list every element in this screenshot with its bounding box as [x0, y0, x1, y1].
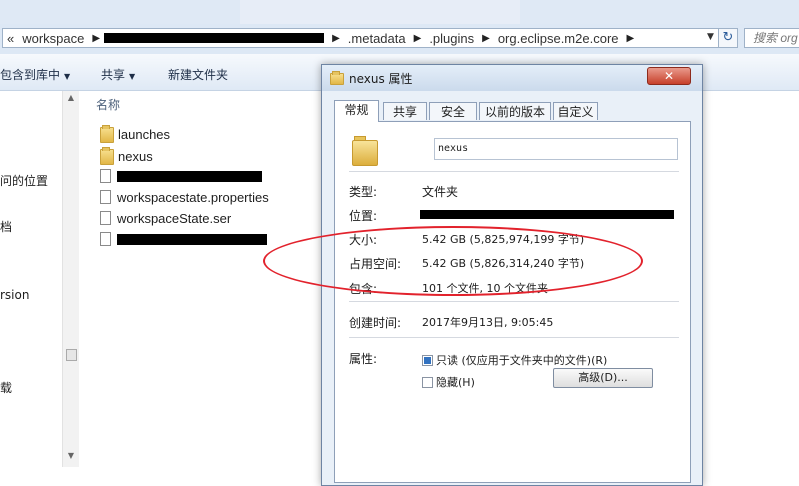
file-icon: [100, 190, 111, 204]
new-folder-button[interactable]: 新建文件夹: [168, 66, 228, 83]
address-box[interactable]: « workspace ▶ ▶ .metadata ▶ .plugins ▶ o…: [2, 28, 734, 48]
redacted-location-value: [420, 210, 674, 219]
folder-icon: [100, 147, 114, 165]
separator: [349, 171, 679, 172]
separator: [349, 337, 679, 338]
created-value: 2017年9月13日, 9:05:45: [422, 316, 554, 329]
size-label: 大小:: [349, 233, 378, 247]
share-label: 共享: [101, 68, 126, 82]
redacted-file-name: [117, 170, 262, 182]
background-window: [240, 0, 520, 24]
attributes-label: 属性:: [349, 352, 378, 366]
include-in-library-label: 包含到库中: [0, 68, 61, 82]
list-item[interactable]: [100, 166, 262, 186]
address-segment-m2e[interactable]: org.eclipse.m2e.core: [498, 31, 619, 46]
list-item[interactable]: [100, 229, 267, 249]
nav-item-recent-places[interactable]: 问的位置: [0, 172, 48, 189]
folder-icon: [330, 71, 344, 85]
overflow-chevron-icon[interactable]: «: [7, 31, 14, 46]
scroll-down-arrow-icon[interactable]: ▼: [63, 451, 79, 460]
checkbox-icon: [422, 376, 433, 388]
file-name: workspaceState.ser: [117, 210, 232, 226]
separator: [349, 301, 679, 302]
redacted-file-name: [117, 233, 267, 245]
dropdown-arrow-icon: ▼: [129, 72, 136, 81]
chevron-right-icon[interactable]: ▶: [482, 33, 490, 44]
chevron-right-icon[interactable]: ▶: [414, 33, 422, 44]
hidden-checkbox[interactable]: 隐藏(H): [422, 374, 475, 390]
list-item[interactable]: workspacestate.properties: [100, 187, 269, 207]
checkbox-indeterminate-icon: [422, 354, 433, 366]
close-button[interactable]: ✕: [647, 67, 691, 85]
file-name: launches: [118, 126, 171, 142]
file-icon: [100, 232, 111, 246]
address-history-dropdown-icon[interactable]: ▼: [707, 32, 714, 42]
address-bar: « workspace ▶ ▶ .metadata ▶ .plugins ▶ o…: [0, 24, 799, 55]
tab-previous-versions[interactable]: 以前的版本: [479, 102, 551, 120]
size-value: 5.42 GB (5,825,974,199 字节): [422, 233, 585, 246]
include-in-library-button[interactable]: 包含到库中 ▼: [0, 66, 70, 83]
properties-dialog: nexus 属性 ✕ 常规 共享 安全 以前的版本 自定义 nexus 类型: …: [321, 64, 703, 486]
advanced-button[interactable]: 高级(D)...: [553, 368, 653, 388]
dialog-titlebar[interactable]: nexus 属性 ✕: [322, 65, 702, 91]
folder-icon: [352, 136, 378, 166]
column-header-name[interactable]: 名称: [96, 96, 120, 113]
share-button[interactable]: 共享 ▼: [101, 66, 135, 83]
readonly-checkbox[interactable]: 只读 (仅应用于文件夹中的文件)(R): [422, 352, 607, 368]
scroll-thumb[interactable]: [66, 349, 77, 361]
address-segment-metadata[interactable]: .metadata: [348, 31, 406, 46]
nav-scrollbar[interactable]: ▲ ▼: [62, 91, 79, 467]
list-item[interactable]: workspaceState.ser: [100, 208, 231, 228]
search-input[interactable]: 搜索 org: [744, 28, 799, 48]
nav-item-downloads[interactable]: 载: [0, 379, 12, 396]
nav-item-version[interactable]: rsion: [0, 288, 29, 302]
contains-value: 101 个文件, 10 个文件夹: [422, 282, 548, 295]
file-name: nexus: [118, 148, 153, 164]
scroll-up-arrow-icon[interactable]: ▲: [63, 93, 79, 102]
readonly-label: 只读 (仅应用于文件夹中的文件)(R): [436, 354, 608, 367]
background-window-strip: [0, 0, 799, 24]
folder-icon: [100, 125, 114, 143]
address-segment-workspace[interactable]: workspace: [22, 31, 84, 46]
file-name: workspacestate.properties: [117, 189, 269, 205]
type-value: 文件夹: [422, 185, 459, 199]
dialog-title: nexus 属性: [349, 72, 413, 86]
type-label: 类型:: [349, 185, 378, 199]
file-icon: [100, 211, 111, 225]
address-segment-plugins[interactable]: .plugins: [429, 31, 474, 46]
tab-customize[interactable]: 自定义: [553, 102, 598, 120]
hidden-label: 隐藏(H): [436, 376, 475, 389]
list-item[interactable]: nexus: [100, 146, 153, 166]
chevron-right-icon[interactable]: ▶: [332, 33, 340, 44]
list-item[interactable]: launches: [100, 124, 170, 144]
tab-general[interactable]: 常规: [334, 100, 379, 122]
dropdown-arrow-icon: ▼: [64, 72, 71, 81]
created-label: 创建时间:: [349, 316, 402, 330]
disk-size-value: 5.42 GB (5,826,314,240 字节): [422, 257, 585, 270]
tab-sharing[interactable]: 共享: [383, 102, 427, 120]
disk-size-label: 占用空间:: [349, 257, 402, 271]
tab-security[interactable]: 安全: [429, 102, 477, 120]
file-icon: [100, 169, 111, 183]
general-tab-panel: nexus 类型: 文件夹 位置: 大小: 5.42 GB (5,825,974…: [334, 121, 691, 483]
chevron-right-icon[interactable]: ▶: [92, 33, 100, 44]
folder-name-field[interactable]: nexus: [434, 138, 678, 160]
redacted-address-segment: [104, 33, 325, 43]
refresh-icon[interactable]: ↻: [718, 28, 738, 48]
nav-item-documents[interactable]: 档: [0, 218, 12, 235]
location-label: 位置:: [349, 209, 378, 223]
chevron-right-icon[interactable]: ▶: [627, 33, 635, 44]
contains-label: 包含:: [349, 282, 378, 296]
